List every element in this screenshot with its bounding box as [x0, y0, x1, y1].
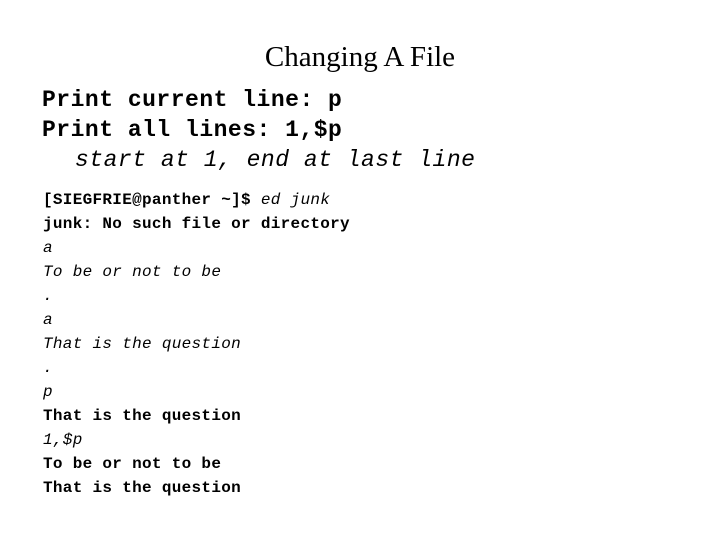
terminal-line: a [43, 239, 53, 257]
terminal-line: 1,$p [43, 431, 83, 449]
terminal-line: That is the question [43, 335, 242, 353]
terminal-line: That is the question [43, 479, 242, 497]
command-reference-line: Print current line: p [42, 87, 343, 113]
page-title: Changing A File [264, 41, 456, 73]
command-reference-list: Print current line: p Print all lines: 1,… [42, 85, 702, 175]
command-reference-line: Print all lines: 1,$p [42, 117, 343, 143]
terminal-line: To be or not to be [43, 455, 222, 473]
terminal-transcript: [SIEGFRIE@panther ~]$ ed junk junk: No su… [43, 188, 703, 500]
terminal-line: junk: No such file or directory [43, 215, 350, 233]
command-reference-line: start at 1, end at last line [75, 147, 476, 173]
terminal-line: . [43, 287, 53, 305]
terminal-line: [SIEGFRIE@panther ~]$ ed junk [43, 188, 703, 212]
terminal-prompt: [SIEGFRIE@panther ~]$ [43, 191, 261, 209]
terminal-line: That is the question [43, 407, 242, 425]
terminal-line: p [43, 383, 53, 401]
terminal-line: . [43, 359, 53, 377]
terminal-line: To be or not to be [43, 263, 222, 281]
terminal-command: ed junk [260, 191, 331, 209]
terminal-line: a [43, 311, 53, 329]
